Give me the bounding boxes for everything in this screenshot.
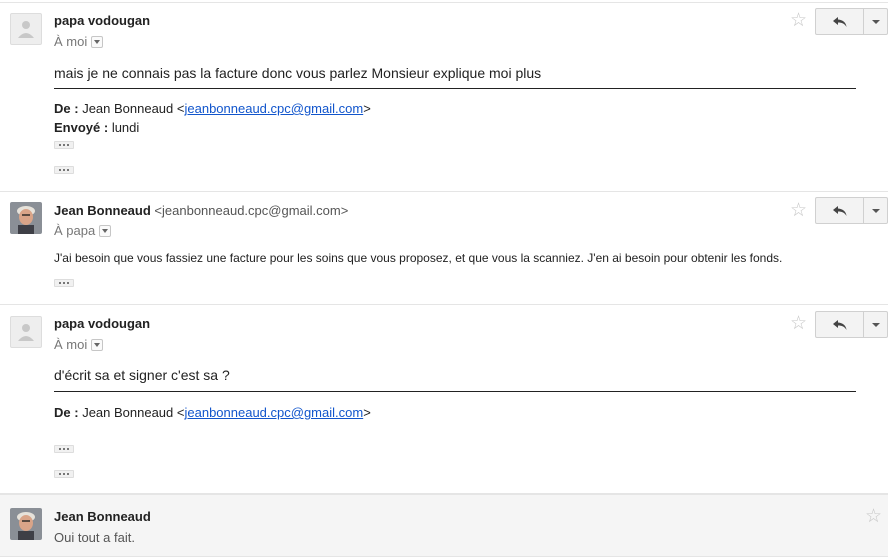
- sent-label: Envoyé :: [54, 120, 109, 135]
- generic-avatar-icon: [10, 316, 42, 348]
- star-icon[interactable]: ☆: [790, 314, 807, 333]
- message-snippet: Oui tout a fait.: [54, 530, 135, 545]
- message-2: Jean Bonneaud <jeanbonneaud.cpc@gmail.co…: [0, 191, 888, 305]
- message-1: papa vodougan À moi ☆ mais je ne connais…: [0, 2, 888, 192]
- message-3: papa vodougan À moi ☆ d'écrit sa et sign…: [0, 305, 888, 494]
- from-email-link[interactable]: jeanbonneaud.cpc@gmail.com: [184, 101, 363, 116]
- from-name: Jean Bonneaud <: [82, 101, 185, 116]
- sender-name[interactable]: Jean Bonneaud: [54, 509, 151, 524]
- show-trimmed-content-button[interactable]: [54, 166, 74, 174]
- from-name: Jean Bonneaud <: [82, 405, 185, 420]
- sent-value: lundi: [111, 120, 140, 135]
- chevron-down-icon: [871, 208, 880, 213]
- sender-name[interactable]: Jean Bonneaud <jeanbonneaud.cpc@gmail.co…: [54, 203, 348, 218]
- message-body: J'ai besoin que vous fassiez une facture…: [54, 251, 783, 265]
- sender-email: <jeanbonneaud.cpc@gmail.com>: [154, 203, 349, 218]
- details-dropdown-icon[interactable]: [99, 225, 112, 237]
- profile-photo-icon: [10, 508, 42, 540]
- details-dropdown-icon[interactable]: [91, 339, 104, 351]
- show-trimmed-content-button[interactable]: [54, 279, 74, 287]
- reply-icon: [832, 16, 846, 27]
- star-icon[interactable]: ☆: [790, 201, 807, 220]
- quoted-from-line: De : Jean Bonneaud <jeanbonneaud.cpc@gma…: [54, 101, 371, 116]
- recipient-text: À papa: [54, 223, 96, 238]
- more-options-button[interactable]: [864, 9, 887, 34]
- show-trimmed-content-button[interactable]: [54, 445, 74, 453]
- show-trimmed-content-button[interactable]: [54, 470, 74, 478]
- quote-divider: [54, 391, 856, 392]
- quoted-sent-line: Envoyé : lundi: [54, 120, 139, 135]
- from-close: >: [363, 405, 371, 420]
- recipient-line[interactable]: À moi: [54, 34, 104, 49]
- more-options-button[interactable]: [864, 312, 887, 337]
- quote-divider: [54, 88, 856, 89]
- recipient-line[interactable]: À moi: [54, 337, 104, 352]
- chevron-down-icon: [871, 322, 880, 327]
- reply-button-group: [815, 197, 888, 224]
- sender-name-text: Jean Bonneaud: [54, 203, 151, 218]
- generic-avatar-icon: [10, 13, 42, 45]
- more-options-button[interactable]: [864, 198, 887, 223]
- reply-button[interactable]: [816, 9, 864, 34]
- from-label: De :: [54, 405, 79, 420]
- chevron-down-icon: [871, 19, 880, 24]
- details-dropdown-icon[interactable]: [91, 36, 104, 48]
- reply-icon: [832, 205, 846, 216]
- reply-button-group: [815, 8, 888, 35]
- show-trimmed-content-button[interactable]: [54, 141, 74, 149]
- profile-photo-icon: [10, 202, 42, 234]
- message-4-collapsed[interactable]: Jean Bonneaud Oui tout a fait. ☆: [0, 494, 888, 557]
- recipient-text: À moi: [54, 337, 88, 352]
- star-icon[interactable]: ☆: [790, 11, 807, 30]
- sender-name[interactable]: papa vodougan: [54, 13, 150, 28]
- from-email-link[interactable]: jeanbonneaud.cpc@gmail.com: [184, 405, 363, 420]
- message-body: mais je ne connais pas la facture donc v…: [54, 65, 542, 81]
- recipient-line[interactable]: À papa: [54, 223, 112, 238]
- message-body: d'écrit sa et signer c'est sa ?: [54, 367, 230, 383]
- star-icon[interactable]: ☆: [865, 507, 882, 526]
- from-label: De :: [54, 101, 79, 116]
- from-close: >: [363, 101, 371, 116]
- sender-name[interactable]: papa vodougan: [54, 316, 150, 331]
- recipient-text: À moi: [54, 34, 88, 49]
- reply-icon: [832, 319, 846, 330]
- reply-button[interactable]: [816, 198, 864, 223]
- quoted-from-line: De : Jean Bonneaud <jeanbonneaud.cpc@gma…: [54, 405, 371, 420]
- reply-button[interactable]: [816, 312, 864, 337]
- reply-button-group: [815, 311, 888, 338]
